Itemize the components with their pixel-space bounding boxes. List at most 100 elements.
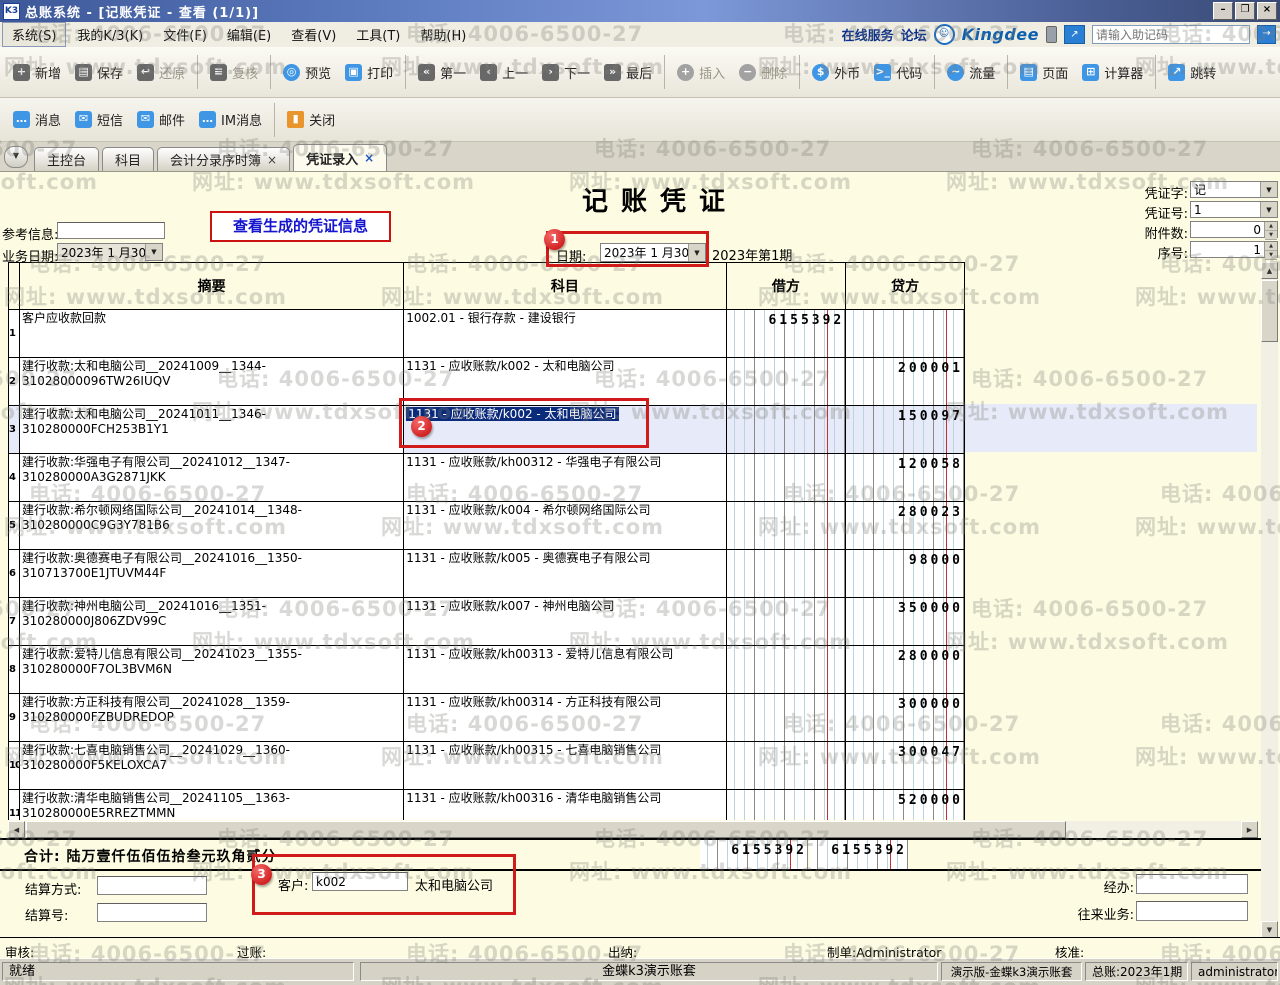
summary-cell[interactable]: 建行收款:七喜电脑销售公司__20241029__1360-310280000F… (19, 742, 403, 789)
preview-button[interactable]: ◎预览 (276, 58, 338, 87)
settle-no-input[interactable] (97, 903, 207, 922)
message-button[interactable]: …消息 (6, 105, 68, 134)
account-cell[interactable]: 1131 - 应收账款/kh00314 - 方正科技有限公司 (403, 694, 725, 741)
menu-file[interactable]: 文件(F) (154, 23, 216, 46)
minimize-button[interactable]: – (1213, 2, 1233, 20)
tab-1[interactable]: 主控台 (34, 147, 99, 171)
tab-close-icon[interactable]: × (364, 151, 374, 165)
mail-button[interactable]: ✉邮件 (130, 105, 192, 134)
menu-tools[interactable]: 工具(T) (347, 23, 409, 46)
account-cell[interactable]: 1131 - 应收账款/kh00315 - 七喜电脑销售公司 (403, 742, 725, 789)
credit-cell[interactable]: 300000 (845, 694, 964, 741)
sms-button[interactable]: ✉短信 (68, 105, 130, 134)
review-button[interactable]: ≡复核 (203, 58, 265, 87)
tab-3[interactable]: 会计分录序时簿× (157, 147, 290, 171)
table-row[interactable]: 9建行收款:方正科技有限公司__20241028__1359-310280000… (9, 694, 964, 742)
chevron-down-icon[interactable]: ▼ (1260, 202, 1277, 217)
scroll-down-icon[interactable]: ▼ (1261, 921, 1278, 938)
table-row[interactable]: 8建行收款:爱特儿信息有限公司__20241023__1355-31028000… (9, 646, 964, 694)
voucher-word-combo[interactable]: 记▼ (1190, 181, 1278, 198)
horizontal-scrollbar[interactable]: ◀ ▶ (8, 821, 1258, 838)
table-row[interactable]: 6建行收款:奥德赛电子有限公司__20241016__1350-31071370… (9, 550, 964, 598)
table-row[interactable]: 11建行收款:清华电脑销售公司__20241105__1363-31028000… (9, 790, 964, 820)
credit-cell[interactable]: 98000 (845, 550, 964, 597)
credit-cell[interactable]: 350000 (845, 598, 964, 645)
mobile-phone-icon[interactable] (1046, 26, 1057, 43)
attachments-stepper[interactable]: 0 ▲▼ (1190, 221, 1278, 238)
credit-cell[interactable]: 300047 (845, 742, 964, 789)
menu-help[interactable]: 帮助(H) (411, 23, 475, 46)
debit-cell[interactable] (726, 406, 846, 453)
debit-cell[interactable] (726, 694, 846, 741)
next-button[interactable]: ›下一 (535, 58, 597, 87)
account-cell[interactable]: 1131 - 应收账款/k002 - 太和电脑公司 (403, 406, 725, 453)
credit-cell[interactable] (845, 310, 964, 357)
operator-input[interactable] (1136, 874, 1248, 894)
debit-cell[interactable] (726, 358, 846, 405)
account-cell[interactable]: 1131 - 应收账款/kh00312 - 华强电子有限公司 (403, 454, 725, 501)
spin-down-icon[interactable]: ▼ (1265, 231, 1277, 240)
vertical-scrollbar[interactable]: ▲ ▼ (1261, 262, 1278, 938)
debit-cell[interactable] (726, 790, 846, 820)
account-cell[interactable]: 1131 - 应收账款/k002 - 太和电脑公司 (403, 358, 725, 405)
tab-2[interactable]: 科目 (102, 147, 154, 171)
go-arrow-button[interactable]: → (1257, 25, 1276, 44)
account-cell[interactable]: 1131 - 应收账款/kh00316 - 清华电脑销售公司 (403, 790, 725, 820)
credit-cell[interactable]: 280023 (845, 502, 964, 549)
debit-cell[interactable] (726, 598, 846, 645)
quick-launch-icon[interactable]: ↗ (1064, 25, 1085, 44)
summary-cell[interactable]: 建行收款:华强电子有限公司__20241012__1347-310280000A… (19, 454, 403, 501)
credit-cell[interactable]: 280000 (845, 646, 964, 693)
credit-cell[interactable]: 520000 (845, 790, 964, 820)
account-cell[interactable]: 1131 - 应收账款/k007 - 神州电脑公司 (403, 598, 725, 645)
summary-cell[interactable]: 建行收款:太和电脑公司__20241011__1346-310280000FCH… (19, 406, 403, 453)
page-button[interactable]: ▤页面 (1013, 58, 1075, 87)
scroll-up-icon[interactable]: ▲ (1261, 262, 1278, 279)
table-row[interactable]: 5建行收款:希尔顿网络国际公司__20241014__1348-31028000… (9, 502, 964, 550)
forum-link[interactable]: 论坛 (901, 25, 927, 44)
ref-info-input[interactable] (57, 222, 165, 239)
spin-down-icon[interactable]: ▼ (1265, 251, 1277, 260)
delete-button[interactable]: −删除 (732, 58, 794, 87)
table-row[interactable]: 4建行收款:华强电子有限公司__20241012__1347-310280000… (9, 454, 964, 502)
tab-close-icon[interactable]: × (267, 153, 277, 167)
credit-cell[interactable]: 150097 (845, 406, 964, 453)
tab-4[interactable]: 凭证录入× (293, 144, 387, 171)
scroll-right-icon[interactable]: ▶ (1241, 821, 1258, 838)
jump-button[interactable]: ↗跳转 (1161, 58, 1223, 87)
insert-button[interactable]: +插入 (670, 58, 732, 87)
summary-cell[interactable]: 建行收款:神州电脑公司__20241016__1351-310280000J80… (19, 598, 403, 645)
debit-cell[interactable] (726, 742, 846, 789)
calculator-button[interactable]: ⊞计算器 (1075, 58, 1150, 87)
debit-cell[interactable] (726, 502, 846, 549)
currency-button[interactable]: $外币 (805, 58, 867, 87)
last-button[interactable]: »最后 (597, 58, 659, 87)
table-row[interactable]: 2建行收款:太和电脑公司__20241009__1344-31028000096… (9, 358, 964, 406)
spin-up-icon[interactable]: ▲ (1265, 242, 1277, 251)
first-button[interactable]: «第一 (411, 58, 473, 87)
summary-cell[interactable]: 建行收款:爱特儿信息有限公司__20241023__1355-310280000… (19, 646, 403, 693)
flow-button[interactable]: ~流量 (940, 58, 1002, 87)
chevron-down-icon[interactable]: ▼ (1260, 182, 1277, 197)
debit-cell[interactable] (726, 454, 846, 501)
credit-cell[interactable]: 120058 (845, 454, 964, 501)
table-row[interactable]: 3建行收款:太和电脑公司__20241011__1346-310280000FC… (9, 406, 964, 454)
account-cell[interactable]: 1131 - 应收账款/k005 - 奥德赛电子有限公司 (403, 550, 725, 597)
date-combo[interactable]: 2023年 1 月30日▼ (600, 243, 706, 262)
debit-cell[interactable]: 6155392 (726, 310, 846, 357)
table-row[interactable]: 1客户应收款回款1002.01 - 银行存款 - 建设银行6155392 (9, 310, 964, 358)
business-input[interactable] (1136, 901, 1248, 921)
biz-date-combo[interactable]: 2023年 1 月30日▼ (57, 243, 163, 261)
tab-dropdown-icon[interactable]: ▼ (4, 146, 28, 168)
debit-cell[interactable] (726, 646, 846, 693)
close-button[interactable]: × (1257, 2, 1277, 20)
chevron-down-icon[interactable]: ▼ (688, 244, 705, 261)
online-service-link[interactable]: 在线服务 (842, 25, 894, 44)
close-button[interactable]: ▮关闭 (280, 105, 342, 134)
code-button[interactable]: >_代码 (867, 58, 929, 87)
spin-up-icon[interactable]: ▲ (1265, 222, 1277, 231)
menu-edit[interactable]: 编辑(E) (218, 23, 280, 46)
summary-cell[interactable]: 建行收款:希尔顿网络国际公司__20241014__1348-310280000… (19, 502, 403, 549)
scroll-left-icon[interactable]: ◀ (8, 821, 25, 838)
account-cell[interactable]: 1131 - 应收账款/k004 - 希尔顿网络国际公司 (403, 502, 725, 549)
